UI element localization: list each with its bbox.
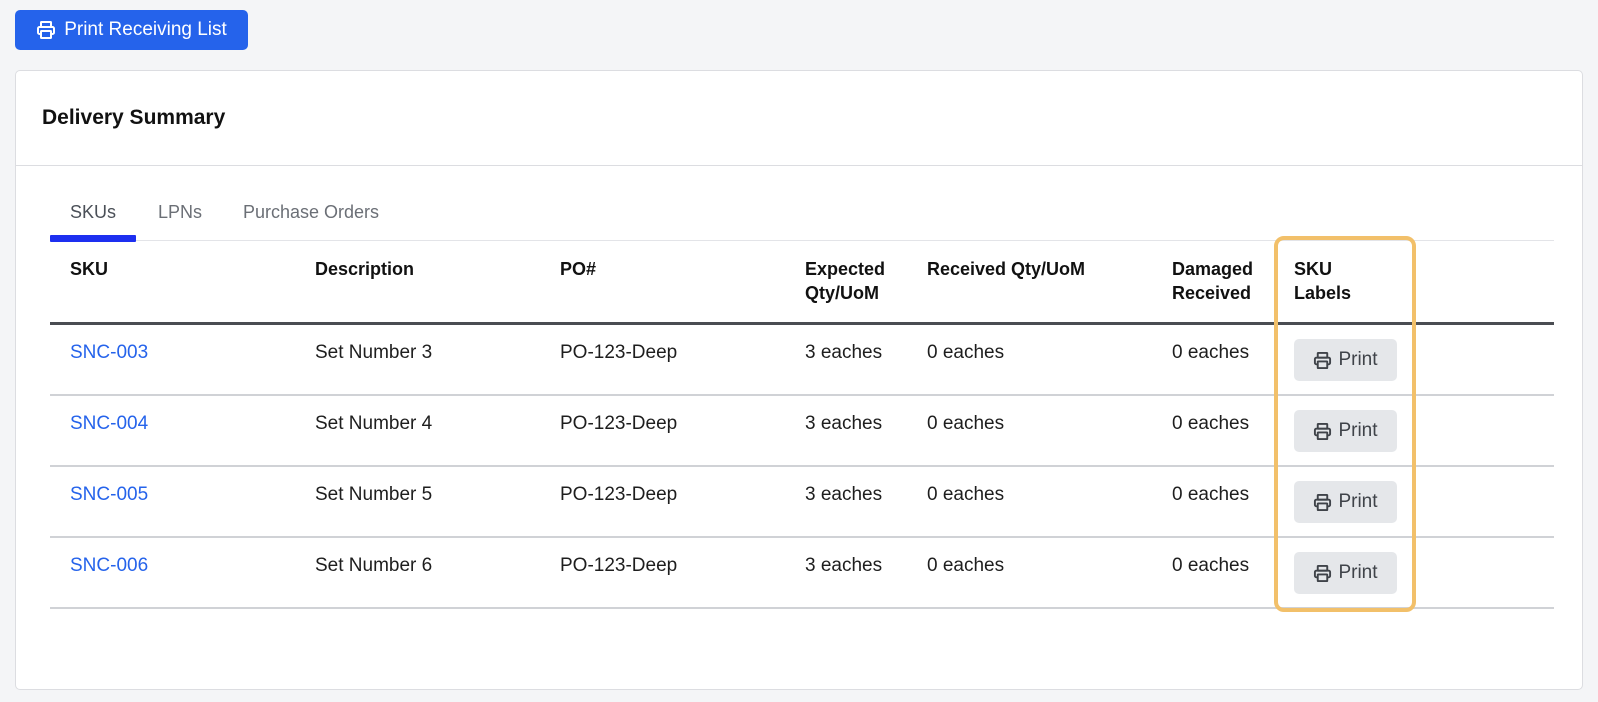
- received-qty-cell: 0 eaches: [927, 484, 1005, 505]
- print-sku-label-button[interactable]: Print: [1294, 339, 1397, 381]
- printer-icon: [36, 20, 56, 40]
- card-title: Delivery Summary: [42, 106, 226, 129]
- header-damaged-line2: Received: [1172, 283, 1252, 303]
- printer-icon: [1313, 351, 1332, 370]
- table-row: SNC-003 Set Number 3 PO-123-Deep 3 eache…: [50, 325, 1554, 396]
- header-labels-line2: Labels: [1294, 283, 1352, 303]
- expected-qty-cell: 3 eaches: [805, 342, 883, 363]
- table-row: SNC-006 Set Number 6 PO-123-Deep 3 eache…: [50, 538, 1554, 609]
- printer-icon: [1313, 493, 1332, 512]
- po-cell: PO-123-Deep: [560, 484, 678, 505]
- tab-bar: SKUs LPNs Purchase Orders: [50, 183, 1554, 242]
- print-receiving-list-label: Print Receiving List: [64, 19, 227, 40]
- card-header: Delivery Summary: [16, 71, 1582, 166]
- description-cell: Set Number 3: [315, 342, 433, 363]
- print-sku-label-button[interactable]: Print: [1294, 552, 1397, 594]
- description-cell: Set Number 5: [315, 484, 433, 505]
- damaged-received-cell: 0 eaches: [1172, 484, 1250, 505]
- printer-icon: [1313, 422, 1332, 441]
- description-cell: Set Number 6: [315, 555, 433, 576]
- received-qty-cell: 0 eaches: [927, 555, 1005, 576]
- print-label: Print: [1338, 420, 1378, 441]
- sku-link[interactable]: SNC-005: [70, 483, 148, 507]
- print-label: Print: [1338, 349, 1378, 370]
- expected-qty-cell: 3 eaches: [805, 413, 883, 434]
- print-label: Print: [1338, 491, 1378, 512]
- skus-table: SKU Description PO# Expected Qty/UoM Rec…: [50, 241, 1554, 609]
- received-qty-cell: 0 eaches: [927, 413, 1005, 434]
- tab-lpns[interactable]: LPNs: [136, 183, 243, 241]
- print-sku-label-button[interactable]: Print: [1294, 481, 1397, 523]
- header-received-qty: Received Qty/UoM: [927, 259, 1086, 279]
- expected-qty-cell: 3 eaches: [805, 555, 883, 576]
- po-cell: PO-123-Deep: [560, 342, 678, 363]
- sku-link[interactable]: SNC-006: [70, 554, 148, 578]
- print-label: Print: [1338, 562, 1378, 583]
- table-row: SNC-005 Set Number 5 PO-123-Deep 3 eache…: [50, 467, 1554, 538]
- description-cell: Set Number 4: [315, 413, 433, 434]
- po-cell: PO-123-Deep: [560, 555, 678, 576]
- header-expected-line2: Qty/UoM: [805, 283, 879, 303]
- print-receiving-list-button[interactable]: Print Receiving List: [15, 10, 248, 50]
- tab-purchase-orders[interactable]: Purchase Orders: [243, 183, 379, 241]
- header-damaged-line1: Damaged: [1172, 259, 1254, 279]
- sku-link[interactable]: SNC-004: [70, 412, 148, 436]
- sku-link[interactable]: SNC-003: [70, 341, 148, 365]
- table-header: SKU Description PO# Expected Qty/UoM Rec…: [50, 241, 1554, 325]
- header-expected-line1: Expected: [805, 259, 886, 279]
- delivery-summary-card: Delivery Summary SKUs LPNs Purchase Orde…: [15, 70, 1583, 690]
- expected-qty-cell: 3 eaches: [805, 484, 883, 505]
- header-description: Description: [315, 259, 415, 279]
- header-labels-line1: SKU: [1294, 259, 1333, 279]
- header-expected-qty: Expected Qty/UoM: [805, 257, 885, 305]
- damaged-received-cell: 0 eaches: [1172, 342, 1250, 363]
- tab-skus[interactable]: SKUs: [50, 183, 136, 242]
- received-qty-cell: 0 eaches: [927, 342, 1005, 363]
- header-po: PO#: [560, 259, 597, 279]
- damaged-received-cell: 0 eaches: [1172, 413, 1250, 434]
- po-cell: PO-123-Deep: [560, 413, 678, 434]
- print-sku-label-button[interactable]: Print: [1294, 410, 1397, 452]
- table-row: SNC-004 Set Number 4 PO-123-Deep 3 eache…: [50, 396, 1554, 467]
- header-damaged-received: Damaged Received: [1172, 257, 1253, 305]
- damaged-received-cell: 0 eaches: [1172, 555, 1250, 576]
- printer-icon: [1313, 564, 1332, 583]
- header-sku-labels: SKU Labels: [1294, 257, 1351, 305]
- header-sku: SKU: [70, 259, 109, 279]
